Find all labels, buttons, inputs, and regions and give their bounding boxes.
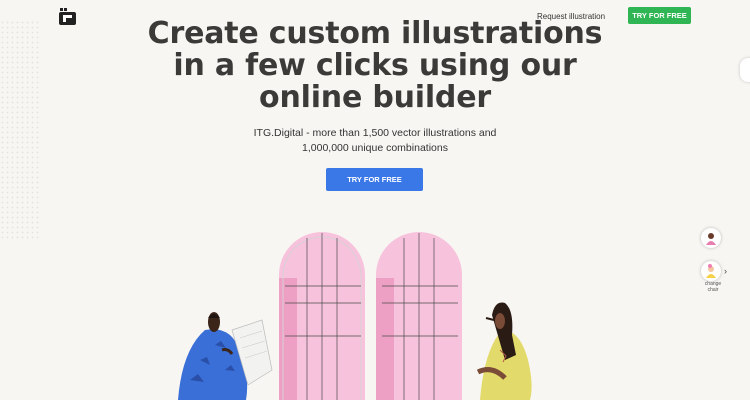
arched-window-icon [376, 232, 462, 400]
hero-illustration [178, 232, 532, 400]
arched-window-icon [279, 232, 365, 400]
person-reading-icon [178, 312, 273, 400]
person-standing-icon [476, 302, 532, 400]
